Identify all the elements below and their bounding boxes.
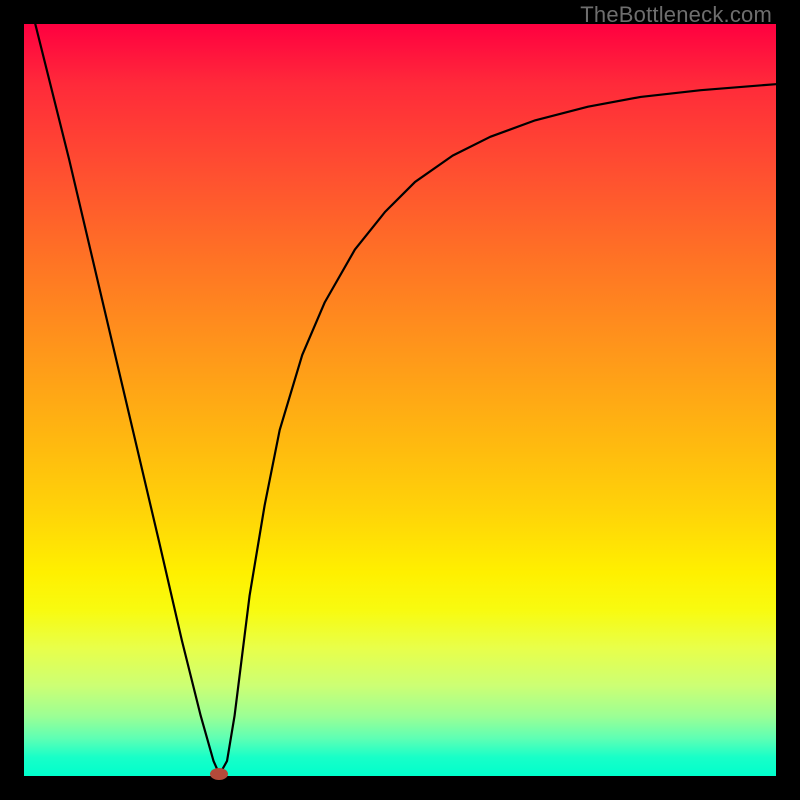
watermark-text: TheBottleneck.com — [580, 2, 772, 28]
chart-curve-svg — [24, 24, 776, 776]
chart-plot-area — [24, 24, 776, 776]
chart-min-marker — [210, 768, 228, 780]
chart-curve-path — [35, 24, 776, 775]
